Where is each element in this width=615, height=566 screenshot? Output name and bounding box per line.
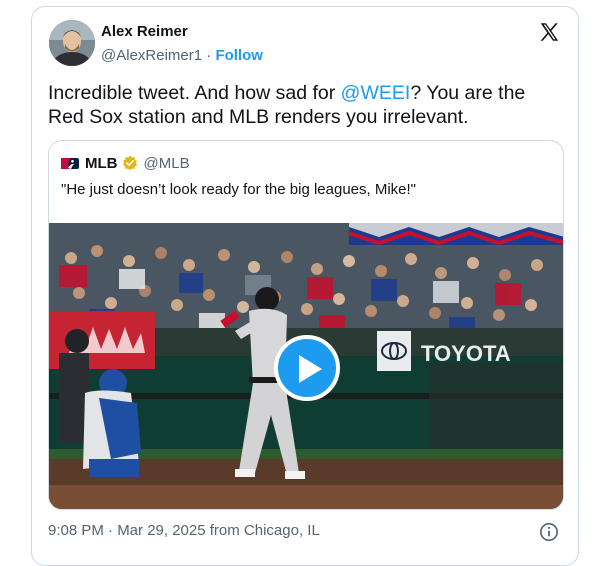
quoted-text: "He just doesn’t look ready for the big … [61,181,417,198]
verified-badge-icon [122,155,137,171]
author-handle[interactable]: @AlexReimer1 [101,47,202,64]
quoted-author-handle[interactable]: @MLB [144,155,190,172]
handle-separator: · [206,47,212,64]
author-handle-row: @AlexReimer1 · Follow [101,47,263,64]
tweet-timestamp[interactable]: 9:08 PM · Mar 29, 2025 from Chicago, IL [48,522,320,539]
mlb-logo-icon [61,157,79,169]
video-player[interactable]: TOYOTA [49,223,563,509]
author-name[interactable]: Alex Reimer [101,23,188,40]
play-icon [299,355,322,383]
mention-link[interactable]: @WEEI [341,82,411,104]
author-avatar[interactable] [49,20,95,66]
avatar-image [49,20,95,66]
quoted-tweet[interactable]: MLB @MLB "He just doesn’t look ready for… [48,140,564,510]
follow-button[interactable]: Follow [215,47,263,64]
play-button[interactable] [274,335,340,401]
outfield-sign-text: TOYOTA [421,341,511,366]
x-logo-icon[interactable] [538,21,560,43]
tweet-card: Alex Reimer @AlexReimer1 · Follow Incred… [31,6,579,566]
tweet-text: Incredible tweet. And how sad for @WEEI?… [48,81,558,129]
quoted-header: MLB @MLB [61,154,190,172]
info-icon[interactable] [539,522,559,542]
quoted-author-name[interactable]: MLB [85,155,118,172]
tweet-text-before: Incredible tweet. And how sad for [48,82,341,104]
